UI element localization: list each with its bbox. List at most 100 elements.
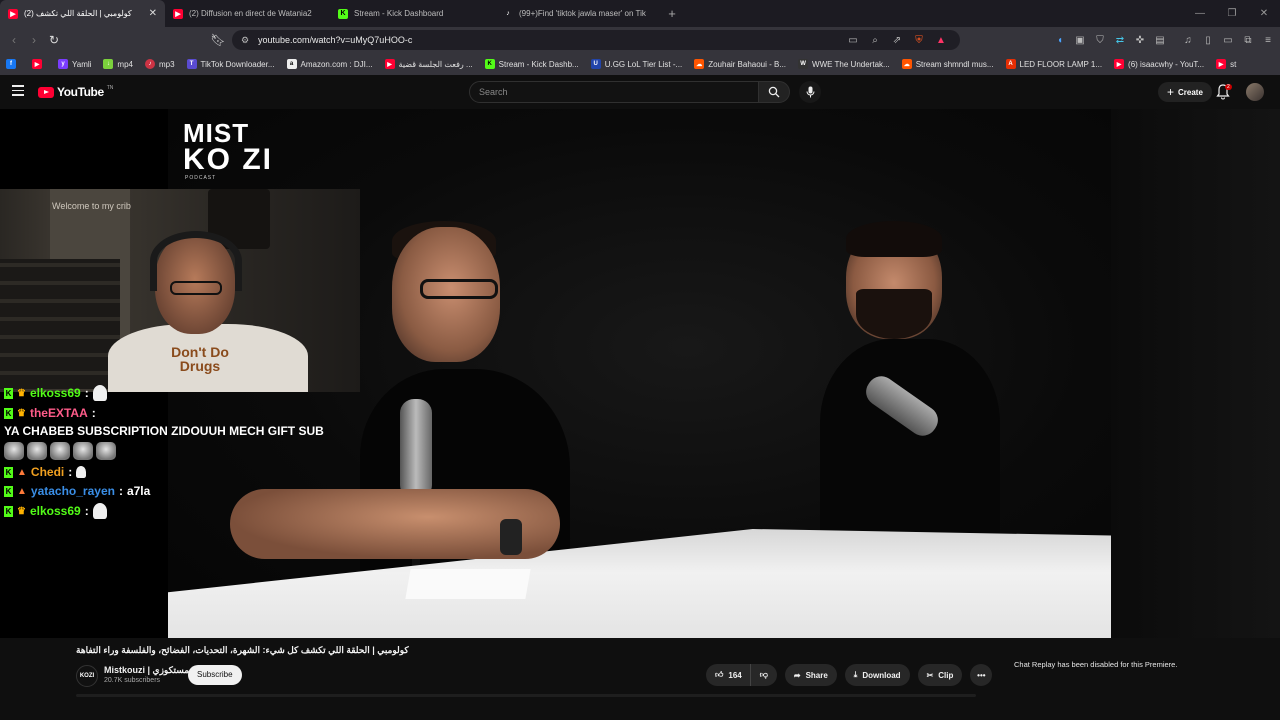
hat-badge-icon: ▲ [17,485,27,497]
like-count: 164 [728,670,742,680]
close-icon[interactable]: ✕ [149,8,157,19]
browser-tab-0[interactable]: ▶ كولومبي | الحلقة اللي تكشف (2) ✕ [0,0,165,27]
download-icon: ⤓ [853,670,858,679]
zoom-icon[interactable]: ⌕ [864,35,886,46]
like-button[interactable]: 👍︎ 164 [706,664,750,686]
sidebar-icon[interactable]: ▯ [1200,32,1216,48]
calendar-icon[interactable]: ▤ [1152,32,1168,48]
extensions-icon[interactable]: ✜ [1132,32,1148,48]
chat-message: K ▲ Chedi: [4,465,334,479]
chat-username: Chedi [30,465,65,479]
menu-icon[interactable]: ≡ [1260,32,1276,48]
bookmark-item[interactable]: W WWE The Undertak... [798,59,890,69]
subscribe-button[interactable]: Subscribe [188,665,242,685]
dislike-button[interactable]: 👎︎ [749,664,777,686]
youtube-icon: ▶ [384,59,395,69]
kick-badge-icon: K [4,387,13,399]
bookmark-item[interactable]: ▶ رفعت الجلسة قضية ... [384,59,473,69]
account-avatar[interactable] [1246,83,1264,101]
browser-tab-3[interactable]: ♪ (99+)Find 'tiktok jawla maser' on Tik [495,0,660,27]
browser-tab-1[interactable]: ▶ (2) Diffusion en direct de Watania2 [165,0,330,27]
share-button[interactable]: ➦ Share [784,664,837,686]
kick-badge-icon: K [4,485,13,497]
bookmark-item[interactable]: T TikTok Downloader... [186,59,275,69]
logo-line-2: KO ZI [183,143,273,176]
share-icon[interactable]: ⇗ [886,35,908,46]
bookmark-item[interactable]: ▶ (6) isaacwhy - YouT... [1114,59,1204,69]
search-button[interactable] [758,81,790,103]
maximize-icon[interactable]: ❐ [1216,0,1248,27]
download-icon: ↓ [103,59,114,69]
facebook-icon: f [6,59,16,69]
bookmark-item[interactable]: ♪ mp3 [144,59,175,69]
shirt-text: Don't Do Drugs [171,344,229,374]
close-window-icon[interactable]: ✕ [1248,0,1280,27]
tab-title: (2) Diffusion en direct de Watania2 [189,9,312,18]
youtube-icon: ▶ [1114,59,1125,69]
tabs-icon[interactable]: ⧉ [1240,32,1256,48]
new-tab-button[interactable]: + [660,6,684,21]
chat-message: K ♛ elkoss69: [4,503,334,519]
guest-body [820,339,1000,549]
chat-replay-notice: Chat Replay has been disabled for this P… [1014,660,1178,669]
kick-badge-icon: K [4,466,13,478]
youtube-logo[interactable]: YouTube TN [38,85,113,99]
description-divider [76,694,976,697]
download-button[interactable]: ⤓ Download [844,664,910,686]
bookmark-item[interactable]: y Yamli [58,59,91,69]
bookmark-item[interactable]: A LED FLOOR LAMP 1... [1005,59,1102,69]
voice-search-button[interactable] [799,81,821,103]
search-input[interactable]: Search [469,81,759,103]
youtube-play-icon [38,86,54,98]
forward-icon[interactable]: › [24,33,44,47]
reload-icon[interactable]: ↻ [44,33,64,47]
minimize-icon[interactable]: — [1184,0,1216,27]
back-icon[interactable]: ‹ [4,33,24,47]
chat-text: YA CHABEB SUBSCRIPTION ZIDOUUH MECH GIFT… [4,424,324,438]
more-actions-button[interactable]: ••• [970,664,993,686]
bookmark-item[interactable]: ▶ [32,59,46,69]
notification-badge: 2 [1225,84,1232,90]
bookmark-item[interactable]: ↓ mp4 [103,59,133,69]
host-glasses [420,279,498,299]
tab-title: (99+)Find 'tiktok jawla maser' on Tik [519,9,646,18]
shield-extension-icon[interactable]: ⛉ [1092,32,1108,48]
search-icon [768,86,780,98]
bookmark-item[interactable]: ☁ Stream shmndl mus... [901,59,994,69]
arrows-extension-icon[interactable]: ⇄ [1112,32,1128,48]
translate-icon[interactable]: ◖ [1052,32,1068,48]
tab-title: Stream - Kick Dashboard [354,9,444,18]
music-icon[interactable]: ♫ [1180,32,1196,48]
chat-colon: : [118,484,123,498]
wallet-icon[interactable]: ▭ [1220,32,1236,48]
bookmark-item[interactable]: U U.GG LoL Tier List -... [590,59,682,69]
image-icon[interactable]: ▣ [1072,32,1088,48]
chat-message: K ▲ yatacho_rayen: a7la [4,484,334,498]
bookmark-item[interactable]: ▶ st [1216,59,1236,69]
browser-tab-2[interactable]: K Stream - Kick Dashboard [330,0,495,27]
brave-rewards-icon[interactable]: ▲ [930,35,952,46]
address-bar[interactable]: ⚙ youtube.com/watch?v=uMyQ7uHOO-c ▭ ⌕ ⇗ … [232,30,960,50]
bookmark-item[interactable]: f [6,59,20,69]
video-player[interactable]: MIST KO ZI PODCAST Welcome to my crib Do… [0,109,1280,638]
channel-name[interactable]: Mistkouzi | مستكوزي [104,665,189,676]
chat-username: elkoss69 [29,386,81,400]
brave-shield-icon[interactable]: ⛨ [908,35,930,46]
wristwatch [500,519,522,555]
site-settings-icon[interactable]: ⚙ [241,35,249,46]
create-button[interactable]: + Create [1158,82,1212,102]
soundcloud-icon: ☁ [694,59,705,69]
channel-avatar[interactable]: KOZI [76,665,98,687]
ghost-emote-icon [76,466,87,478]
bookmark-icon[interactable]: 🔖︎ [208,33,228,47]
tiktok-icon: T [186,59,197,69]
browser-toolbar: ‹ › ↻ 🔖︎ ⚙ youtube.com/watch?v=uMyQ7uHOO… [0,27,1280,53]
hamburger-menu-icon[interactable] [12,85,24,97]
chat-message: K ♛ theEXTAA: YA CHABEB SUBSCRIPTION ZID… [4,406,334,460]
bookmark-item[interactable]: ☁ Zouhair Bahaoui - B... [694,59,786,69]
screen-icon[interactable]: ▭ [842,35,864,46]
clip-button[interactable]: ✂ Clip [917,664,963,686]
bookmark-item[interactable]: a Amazon.com : DJI... [286,59,373,69]
bookmark-item[interactable]: K Stream - Kick Dashb... [484,59,579,69]
shelf [0,259,120,389]
